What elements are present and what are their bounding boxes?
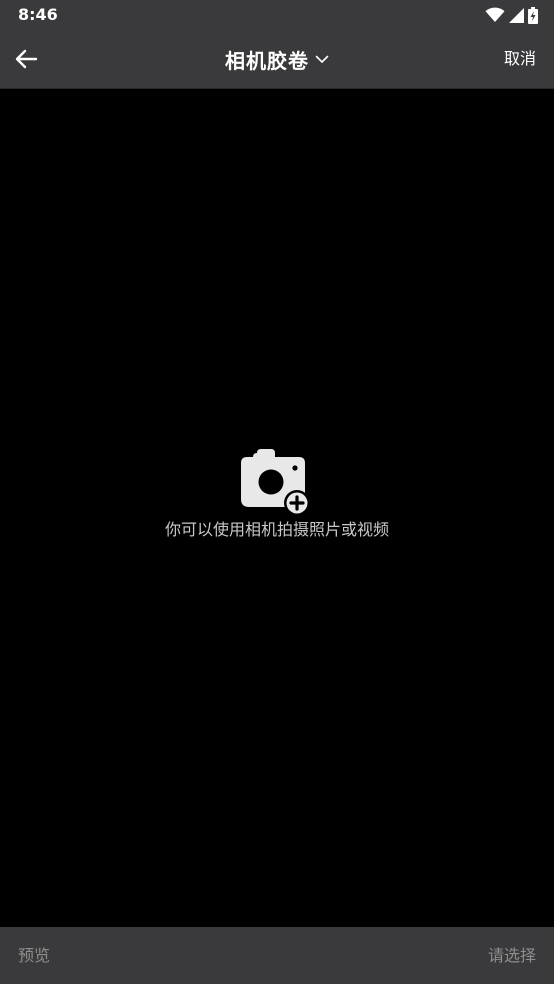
album-selector[interactable]: 相机胶卷 bbox=[225, 45, 329, 74]
arrow-left-icon bbox=[15, 49, 38, 69]
signal-icon bbox=[509, 7, 524, 23]
status-bar: 8:46 bbox=[0, 0, 554, 30]
battery-charging-icon bbox=[528, 6, 538, 24]
back-button[interactable] bbox=[10, 44, 42, 74]
status-icons bbox=[485, 6, 538, 24]
camera-add-icon[interactable] bbox=[241, 449, 313, 515]
select-button[interactable]: 请选择 bbox=[488, 944, 536, 968]
bottom-bar: 预览 请选择 bbox=[0, 927, 554, 984]
screen: 8:46 相机胶卷 取消 你可以使用相机拍摄照片或视频 预览 请选择 bbox=[0, 0, 554, 984]
status-time: 8:46 bbox=[18, 5, 58, 24]
preview-button[interactable]: 预览 bbox=[18, 944, 50, 968]
title-group: 相机胶卷 bbox=[0, 30, 554, 88]
media-grid-area: 你可以使用相机拍摄照片或视频 bbox=[0, 89, 554, 927]
chevron-down-icon bbox=[315, 55, 329, 63]
cancel-button[interactable]: 取消 bbox=[504, 47, 536, 71]
empty-state: 你可以使用相机拍摄照片或视频 bbox=[0, 449, 554, 541]
empty-state-message: 你可以使用相机拍摄照片或视频 bbox=[164, 520, 389, 539]
wifi-icon bbox=[485, 7, 505, 22]
page-title: 相机胶卷 bbox=[225, 48, 309, 73]
app-bar: 相机胶卷 取消 bbox=[0, 30, 554, 89]
